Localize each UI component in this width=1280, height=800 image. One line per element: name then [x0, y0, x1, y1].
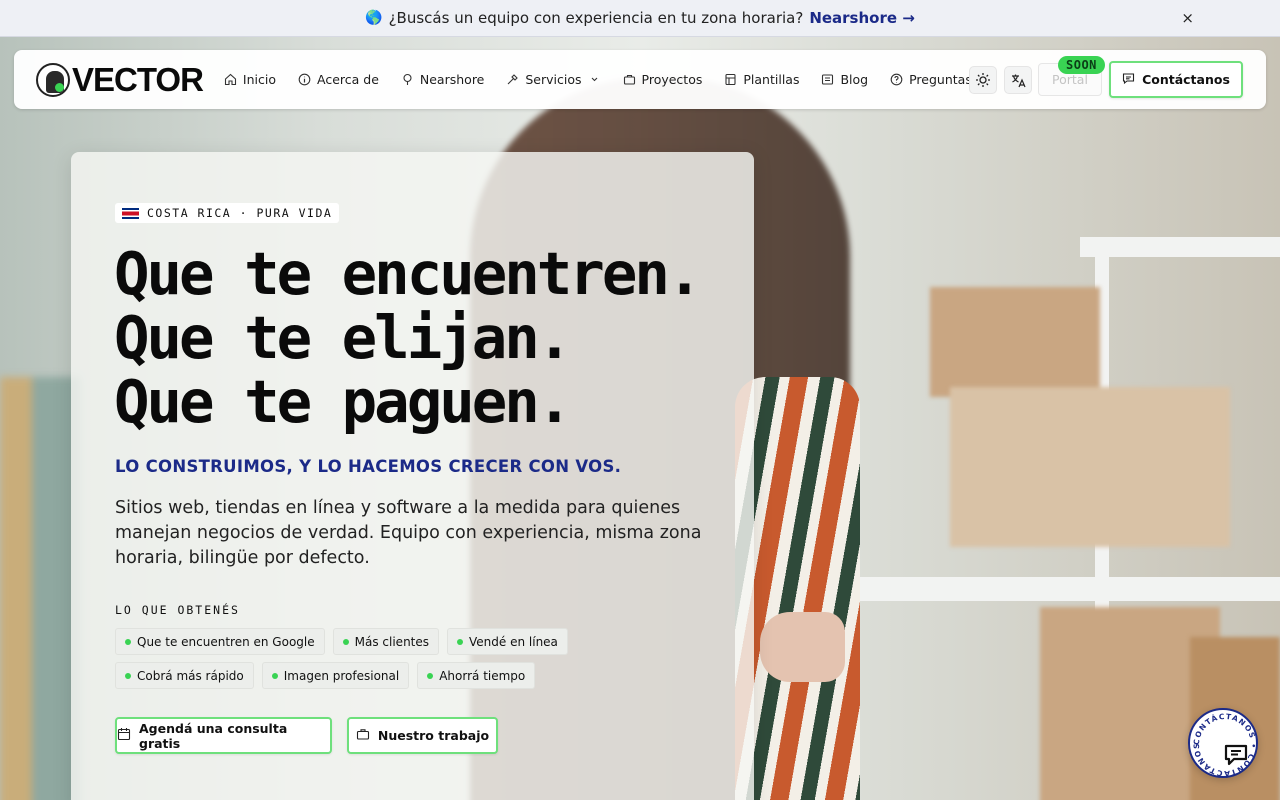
- benefit-chip: Cobrá más rápido: [115, 662, 254, 689]
- green-dot-icon: [125, 672, 131, 679]
- hero-description: Sitios web, tiendas en línea y software …: [115, 498, 702, 568]
- green-dot-icon: [342, 638, 349, 645]
- hero-tagline: LO CONSTRUIMOS, Y LO HACEMOS CRECER CON …: [115, 457, 622, 476]
- green-dot-icon: [271, 672, 278, 679]
- message-icon: [1122, 72, 1135, 88]
- tools-icon: [506, 73, 519, 86]
- logo-wordmark: VECTOR: [72, 60, 204, 98]
- benefit-chip: Ahorrá tiempo: [417, 662, 536, 689]
- hero-headline: Que te encuentren. Que te elijan. Que te…: [114, 239, 702, 436]
- soon-badge: SOON: [1058, 56, 1105, 74]
- hero-card: COSTA RICA · PURA VIDA Que te encuentren…: [71, 152, 754, 800]
- chevron-down-icon: [588, 73, 601, 86]
- briefcase-icon: [623, 73, 636, 86]
- our-work-button[interactable]: Nuestro trabajo: [347, 717, 498, 754]
- nav-item-preguntas[interactable]: Preguntas: [879, 60, 983, 100]
- contact-button[interactable]: Contáctanos: [1109, 61, 1243, 98]
- green-dot-icon: [427, 672, 434, 679]
- calendar-icon: [117, 727, 131, 744]
- blog-icon: [821, 73, 834, 86]
- info-icon: [298, 73, 311, 86]
- home-icon: [224, 73, 237, 86]
- costa-rica-flag-icon: [122, 207, 139, 219]
- nav-item-plantillas[interactable]: Plantillas: [713, 60, 810, 100]
- nav-item-inicio[interactable]: Inicio: [213, 60, 287, 100]
- language-translate-icon[interactable]: [1004, 66, 1032, 94]
- nav-item-proyectos[interactable]: Proyectos: [612, 60, 714, 100]
- benefit-chip: Imagen profesional: [261, 662, 410, 689]
- benefit-chip: Vendé en línea: [447, 628, 568, 655]
- template-icon: [724, 73, 737, 86]
- main-navbar: VECTOR Inicio Acerca de Nearshore Servic…: [14, 50, 1266, 109]
- nearshore-link[interactable]: Nearshore →: [809, 9, 915, 27]
- pin-icon: [401, 73, 414, 86]
- nav-item-acerca-de[interactable]: Acerca de: [287, 60, 390, 100]
- logo-mark-icon: [36, 62, 70, 97]
- green-dot-icon: [125, 638, 131, 645]
- green-dot-icon: [457, 638, 464, 645]
- announcement-bar: 🌎 ¿Buscás un equipo con experiencia en t…: [0, 0, 1280, 37]
- benefits-list: Que te encuentren en Google Más clientes…: [115, 628, 675, 689]
- nav-item-nearshore[interactable]: Nearshore: [390, 60, 495, 100]
- vector-logo[interactable]: VECTOR: [36, 60, 204, 99]
- location-badge: COSTA RICA · PURA VIDA: [115, 203, 340, 223]
- book-consultation-button[interactable]: Agendá una consulta gratis: [115, 717, 332, 754]
- question-icon: [890, 73, 903, 86]
- announcement-text: ¿Buscás un equipo con experiencia en tu …: [388, 9, 804, 27]
- close-icon[interactable]: ×: [1181, 9, 1194, 27]
- floating-contact-button[interactable]: CONTÁCTANOS • CONTÁCTANOS •: [1188, 708, 1258, 778]
- theme-toggle-sun-icon[interactable]: [969, 66, 997, 94]
- benefit-chip: Más clientes: [332, 628, 440, 655]
- benefit-chip: Que te encuentren en Google: [115, 628, 325, 655]
- benefits-label: LO QUE OBTENÉS: [115, 603, 240, 617]
- briefcase-icon: [356, 727, 370, 744]
- globe-icon: 🌎: [365, 10, 383, 26]
- nav-item-blog[interactable]: Blog: [810, 60, 879, 100]
- nav-item-servicios[interactable]: Servicios: [495, 60, 611, 100]
- nav-menu: Inicio Acerca de Nearshore Servicios Pro…: [213, 60, 983, 100]
